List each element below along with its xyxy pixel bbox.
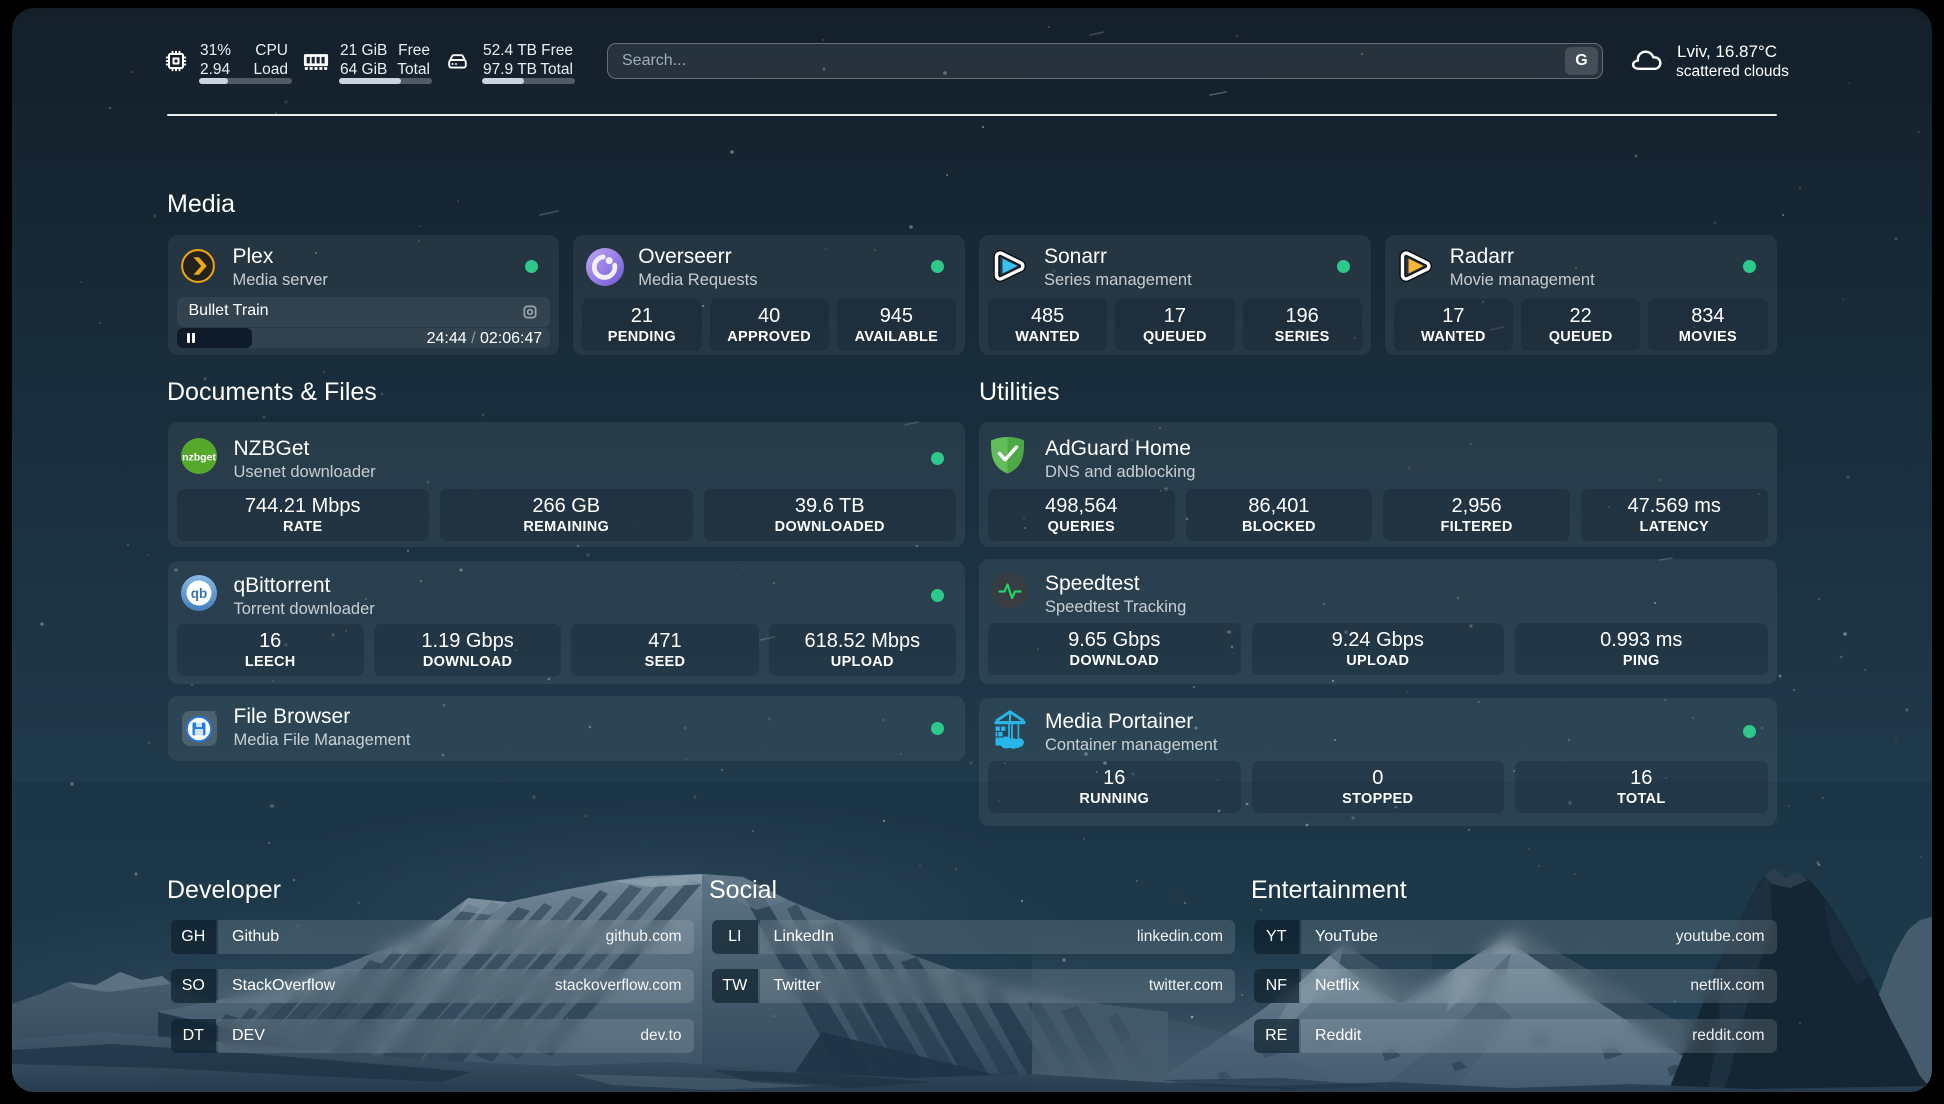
svg-text:nzbget: nzbget: [182, 451, 216, 463]
svg-text:qb: qb: [190, 586, 207, 601]
